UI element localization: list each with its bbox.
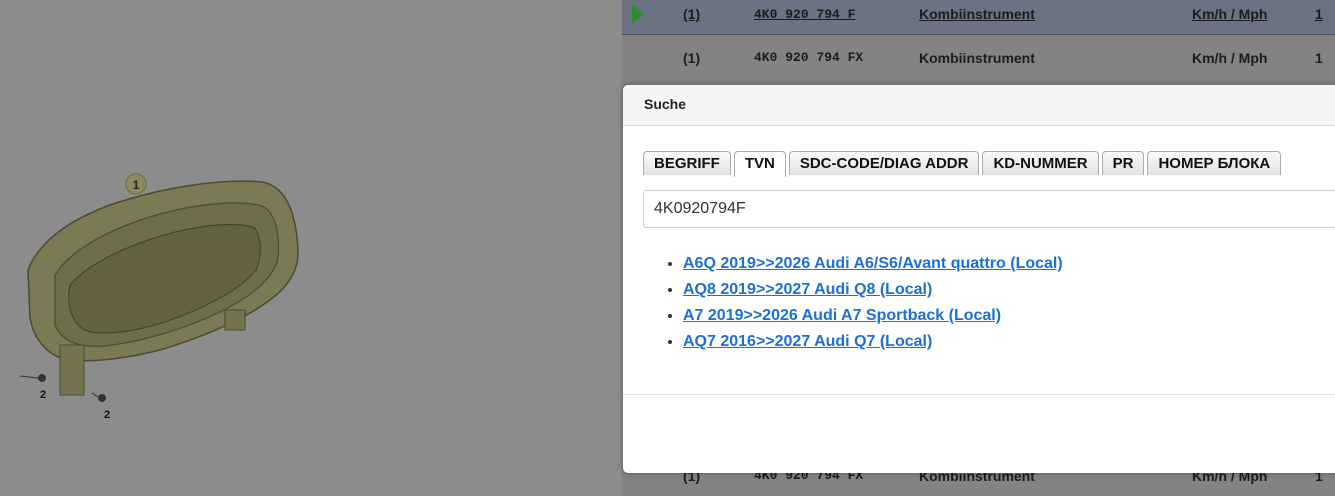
callout-2a: 2: [40, 389, 46, 401]
result-link[interactable]: AQ8 2019>>2027 Audi Q8 (Local): [683, 281, 932, 298]
cell-pos: (1): [683, 6, 701, 22]
search-results: A6Q 2019>>2026 Audi A6/S6/Avant quattro …: [663, 251, 1063, 355]
dialog-header: Suche: [623, 85, 1335, 126]
list-item: AQ7 2016>>2027 Audi Q7 (Local): [683, 329, 1063, 355]
search-input[interactable]: [643, 190, 1335, 228]
result-link[interactable]: A7 2019>>2026 Audi A7 Sportback (Local): [683, 307, 1001, 324]
cell-pos: (1): [683, 50, 701, 66]
cell-name: Kombiinstrument: [919, 50, 1035, 66]
cell-part-number[interactable]: 4K0 920 794 FX: [754, 50, 863, 65]
search-tabs: BEGRIFF TVN SDC-CODE/DIAG ADDR KD-NUMMER PR Н…: [643, 151, 1284, 177]
cell-unit: Km/h / Mph: [1192, 6, 1268, 22]
result-link[interactable]: A6Q 2019>>2026 Audi A6/S6/Avant quattro …: [683, 255, 1063, 272]
tab-sdc-code[interactable]: SDC-CODE/DIAG ADDR: [788, 151, 980, 175]
cell-part-number[interactable]: 4K0 920 794 F: [754, 7, 855, 22]
callout-1: 1: [133, 178, 140, 192]
tab-pr[interactable]: PR: [1101, 151, 1145, 175]
cell-name: Kombiinstrument: [919, 6, 1035, 22]
table-row[interactable]: (1) 4K0 920 794 FX Kombiinstrument Km/h …: [622, 38, 1335, 78]
cell-qty: 1: [1315, 50, 1323, 66]
cell-unit: Km/h / Mph: [1192, 50, 1268, 66]
tab-tvn[interactable]: TVN: [733, 151, 786, 177]
list-item: A7 2019>>2026 Audi A7 Sportback (Local): [683, 303, 1063, 329]
play-icon: [632, 4, 644, 24]
dialog-footer-divider: [623, 394, 1335, 395]
tab-nomer-bloka[interactable]: НОМЕР БЛОКА: [1147, 151, 1282, 175]
list-item: AQ8 2019>>2027 Audi Q8 (Local): [683, 277, 1063, 303]
callout-2b: 2: [104, 409, 110, 421]
dialog-title: Suche: [644, 96, 687, 112]
result-link[interactable]: AQ7 2016>>2027 Audi Q7 (Local): [683, 333, 932, 350]
tab-begriff[interactable]: BEGRIFF: [643, 151, 731, 175]
search-dialog: Suche BEGRIFF TVN SDC-CODE/DIAG ADDR KD-NUM…: [623, 85, 1335, 473]
tab-kd-nummer[interactable]: KD-NUMMER: [982, 151, 1099, 175]
table-row-selected[interactable]: (1) 4K0 920 794 F Kombiinstrument Km/h /…: [622, 0, 1335, 35]
cell-qty: 1: [1315, 6, 1323, 22]
list-item: A6Q 2019>>2026 Audi A6/S6/Avant quattro …: [683, 251, 1063, 277]
instrument-cluster-illustration: 1 2 2: [19, 173, 299, 421]
parts-diagram: 1 2 2: [0, 0, 622, 496]
